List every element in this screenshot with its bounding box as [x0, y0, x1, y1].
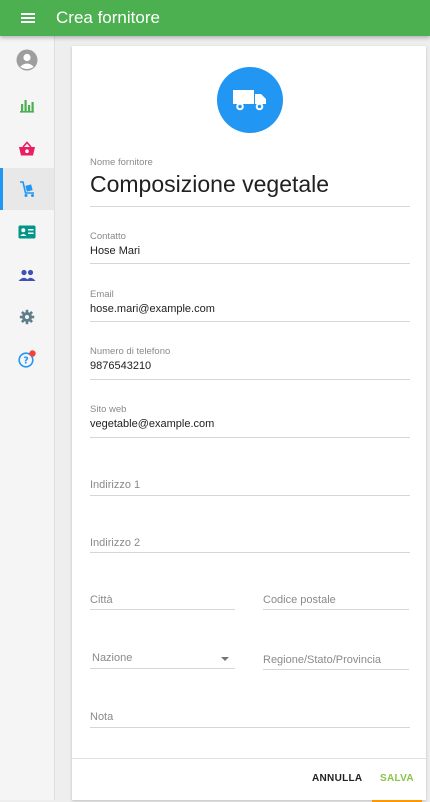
country-placeholder: Nazione [92, 652, 133, 664]
email-field[interactable]: Email hose.mari@example.com [90, 288, 410, 322]
form-actions: ANNULLA SALVA [72, 758, 426, 802]
region-placeholder: Regione/Stato/Provincia [263, 654, 382, 666]
sidebar-item-employees[interactable] [0, 254, 54, 296]
account-icon [16, 49, 38, 71]
region-field[interactable]: Regione/Stato/Provincia [263, 651, 409, 670]
email-label: Email [90, 289, 114, 300]
save-button[interactable]: SALVA [380, 773, 414, 784]
help-icon: ? [18, 350, 36, 368]
contact-card-icon [18, 225, 36, 239]
address2-placeholder: Indirizzo 2 [90, 537, 141, 549]
cart-dolly-icon [20, 181, 34, 197]
sidebar-item-help[interactable]: ? [0, 338, 54, 380]
city-placeholder: Città [90, 594, 113, 606]
note-placeholder: Nota [90, 711, 114, 723]
phone-value: 9876543210 [90, 360, 152, 372]
supplier-name-label: Nome fornitore [90, 157, 153, 168]
supplier-form-card: Nome fornitore Composizione vegetale Con… [72, 46, 426, 802]
cancel-button[interactable]: ANNULLA [312, 773, 362, 784]
website-label: Sito web [90, 404, 127, 415]
email-value: hose.mari@example.com [90, 303, 215, 315]
basket-icon [19, 141, 35, 156]
supplier-name-value: Composizione vegetale [90, 171, 330, 197]
address1-placeholder: Indirizzo 1 [90, 479, 141, 491]
truck-icon [233, 90, 266, 111]
city-field[interactable]: Città [90, 591, 235, 610]
notification-badge [29, 350, 36, 357]
country-select[interactable]: Nazione [90, 648, 235, 669]
sidebar-item-customers[interactable] [0, 211, 54, 253]
sidebar-item-reports[interactable] [0, 84, 54, 126]
website-field[interactable]: Sito web vegetable@example.com [90, 403, 410, 438]
sidebar: ? [0, 36, 55, 800]
supplier-avatar [217, 67, 283, 133]
menu-icon [21, 13, 35, 23]
note-field[interactable]: Nota [90, 708, 410, 728]
people-icon [18, 269, 36, 281]
dropdown-arrow-icon [221, 657, 229, 661]
gear-icon [19, 309, 35, 325]
sidebar-item-settings[interactable] [0, 296, 54, 338]
sidebar-item-suppliers[interactable] [0, 168, 54, 210]
sidebar-item-sales[interactable] [0, 128, 54, 170]
svg-text:?: ? [23, 356, 29, 367]
contact-label: Contatto [90, 231, 126, 242]
address1-field[interactable]: Indirizzo 1 [90, 476, 410, 496]
phone-label: Numero di telefono [90, 346, 171, 357]
page-title: Crea fornitore [56, 8, 160, 27]
menu-button[interactable] [0, 0, 56, 36]
bar-chart-icon [20, 100, 34, 113]
contact-field[interactable]: Contatto Hose Mari [90, 230, 410, 264]
app-bar: Crea fornitore [0, 0, 430, 36]
phone-field[interactable]: Numero di telefono 9876543210 [90, 345, 410, 380]
address2-field[interactable]: Indirizzo 2 [90, 534, 410, 553]
supplier-name-field[interactable]: Nome fornitore Composizione vegetale [90, 156, 410, 207]
website-value: vegetable@example.com [90, 418, 215, 430]
sidebar-item-account[interactable] [0, 39, 54, 81]
postal-code-placeholder: Codice postale [263, 594, 336, 606]
contact-value: Hose Mari [90, 245, 141, 257]
postal-code-field[interactable]: Codice postale [263, 591, 409, 610]
